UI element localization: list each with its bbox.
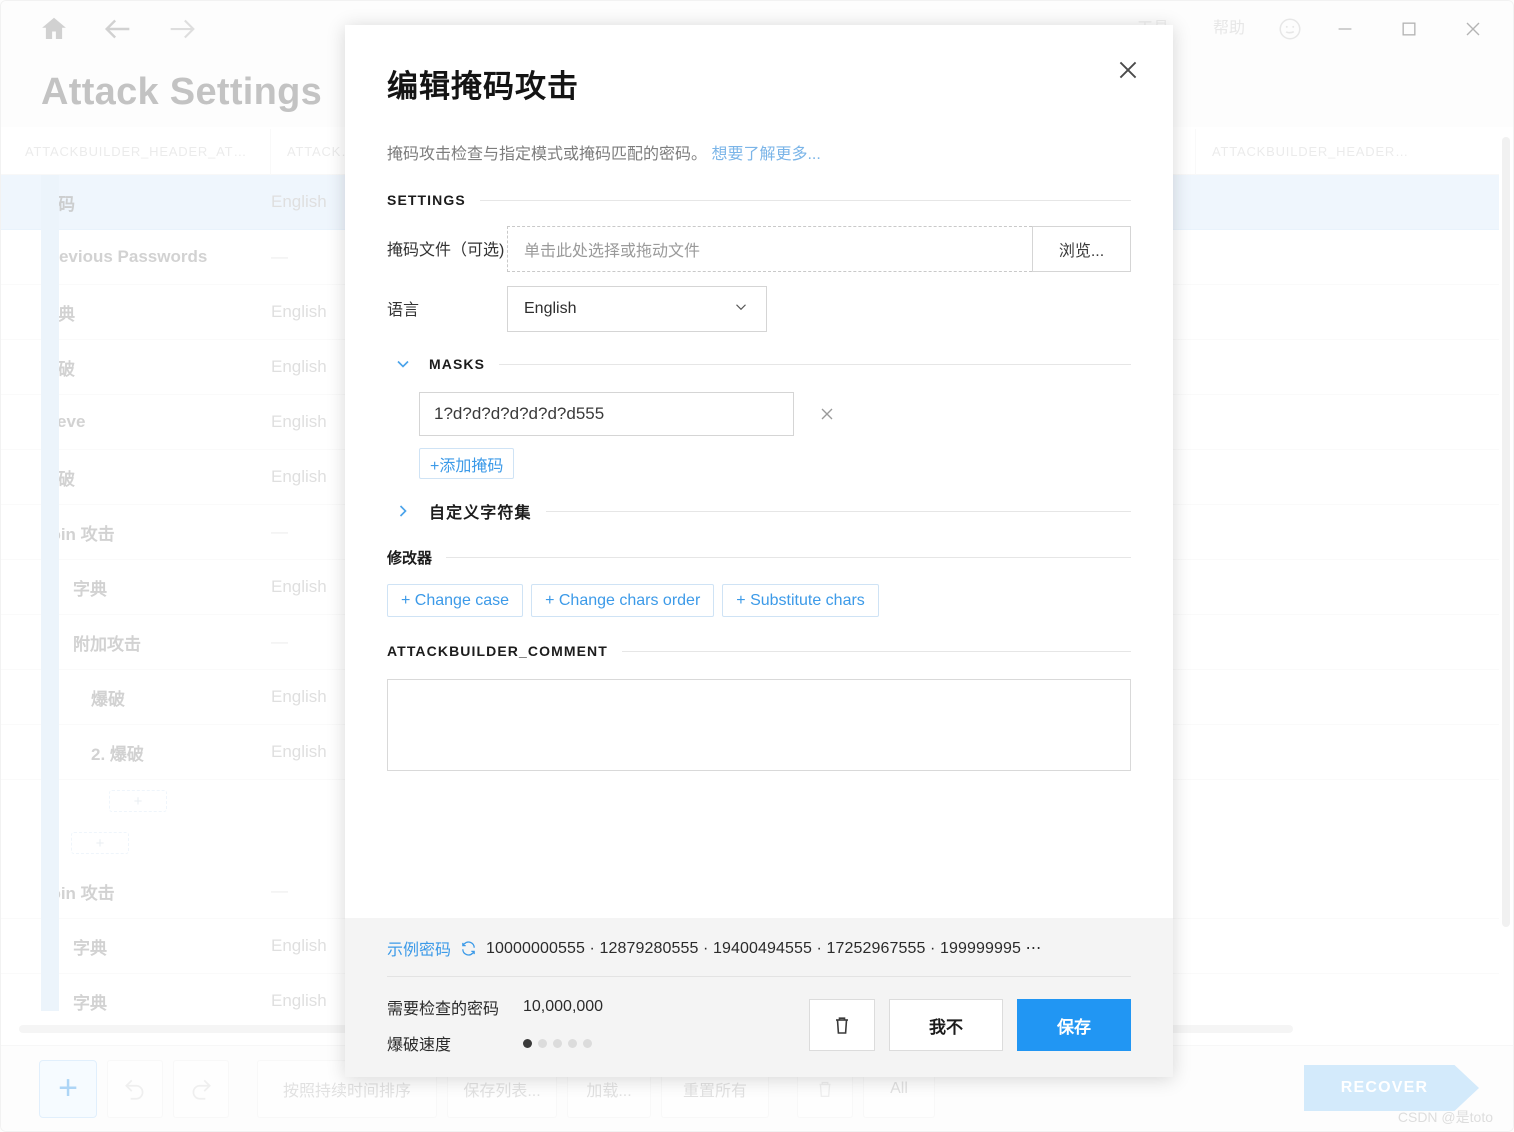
custom-charset-section-header[interactable]: 自定义字符集 (387, 499, 1131, 523)
comment-section-header: ATTACKBUILDER_COMMENT (387, 643, 1131, 659)
settings-heading: SETTINGS (387, 192, 466, 208)
masks-section-header[interactable]: MASKS (387, 354, 1131, 374)
settings-divider (479, 199, 1131, 201)
speed-dot (523, 1038, 532, 1048)
passwords-to-check-label: 需要检查的密码 (387, 1001, 500, 1018)
add-mask-button[interactable]: +添加掩码 (419, 448, 515, 479)
modifiers-heading: 修改器 (387, 550, 433, 567)
passwords-to-check-row: 需要检查的密码 10,000,000 (387, 995, 603, 1019)
dialog-description: 掩码攻击检查与指定模式或掩码匹配的密码。 想要了解更多... (387, 140, 1131, 164)
mask-input[interactable]: 1?d?d?d?d?d?d?d555 (419, 392, 794, 436)
refresh-icon[interactable] (460, 940, 477, 957)
mask-file-label: 掩码文件（可选) (387, 242, 505, 259)
sample-passwords-label[interactable]: 示例密码 (387, 936, 451, 960)
sample-passwords-row: 示例密码 10000000555 · 12879280555 · 1940049… (387, 936, 1131, 977)
settings-section-header: SETTINGS (387, 192, 1131, 208)
edit-mask-attack-dialog: 编辑掩码攻击 掩码攻击检查与指定模式或掩码匹配的密码。 想要了解更多... SE… (345, 25, 1173, 1077)
footer-buttons: 我不 保存 (809, 999, 1131, 1051)
dialog-close-icon[interactable] (1105, 47, 1151, 93)
speed-row: 爆破速度 (387, 1031, 603, 1055)
mask-item-row: 1?d?d?d?d?d?d?d555 (419, 392, 1131, 436)
modifiers-section-header: 修改器 (387, 547, 1131, 568)
mask-file-row: 掩码文件（可选) 单击此处选择或拖动文件 浏览... (387, 226, 1131, 272)
dialog-body: 编辑掩码攻击 掩码攻击检查与指定模式或掩码匹配的密码。 想要了解更多... SE… (345, 25, 1173, 918)
speed-dot (583, 1038, 592, 1048)
chevron-down-icon (732, 298, 750, 321)
footer-bottom: 需要检查的密码 10,000,000 爆破速度 我不 保存 (387, 977, 1131, 1055)
dialog-description-text: 掩码攻击检查与指定模式或掩码匹配的密码。 (387, 146, 708, 163)
chevron-right-icon[interactable] (393, 501, 415, 521)
substitute-chars-button[interactable]: + Substitute chars (722, 584, 879, 617)
comment-textarea[interactable] (387, 679, 1131, 771)
speed-dot (568, 1038, 577, 1048)
mask-file-field: 单击此处选择或拖动文件 浏览... (507, 226, 1131, 272)
language-select[interactable]: English (507, 286, 767, 332)
speed-label: 爆破速度 (387, 1037, 452, 1054)
save-button[interactable]: 保存 (1017, 999, 1131, 1051)
comment-divider (621, 650, 1131, 652)
modifiers-divider (446, 557, 1131, 558)
app-root: 工具 帮助 Attack Settings ATTACKBUILDER_H (0, 0, 1514, 1132)
masks-heading: MASKS (429, 356, 486, 372)
language-label: 语言 (387, 302, 420, 319)
language-value: English (524, 300, 577, 317)
cancel-button[interactable]: 我不 (889, 999, 1003, 1051)
chevron-down-icon[interactable] (393, 354, 415, 374)
modifier-buttons: + Change case + Change chars order + Sub… (387, 584, 1131, 617)
browse-button[interactable]: 浏览... (1032, 226, 1131, 272)
speed-dot (553, 1038, 562, 1048)
speed-indicator (523, 1038, 592, 1048)
custom-charset-label: 自定义字符集 (429, 505, 532, 522)
custom-charset-divider (545, 510, 1131, 512)
mask-file-dropzone[interactable]: 单击此处选择或拖动文件 (507, 226, 1032, 272)
language-row: 语言 English (387, 286, 1131, 332)
sample-passwords-values: 10000000555 · 12879280555 · 19400494555 … (486, 940, 1042, 957)
learn-more-link[interactable]: 想要了解更多... (711, 146, 820, 163)
delete-attack-button[interactable] (809, 999, 875, 1051)
masks-area: 1?d?d?d?d?d?d?d555 +添加掩码 (387, 392, 1131, 479)
change-chars-order-button[interactable]: + Change chars order (531, 584, 715, 617)
dialog-title: 编辑掩码攻击 (387, 69, 579, 104)
change-case-button[interactable]: + Change case (387, 584, 524, 617)
passwords-to-check-value: 10,000,000 (523, 998, 604, 1015)
masks-divider (499, 363, 1131, 365)
footer-stats: 需要检查的密码 10,000,000 爆破速度 (387, 995, 603, 1055)
remove-mask-icon[interactable] (816, 403, 838, 425)
comment-heading: ATTACKBUILDER_COMMENT (387, 643, 608, 659)
speed-dot (538, 1038, 547, 1048)
dialog-footer: 示例密码 10000000555 · 12879280555 · 1940049… (345, 918, 1173, 1077)
